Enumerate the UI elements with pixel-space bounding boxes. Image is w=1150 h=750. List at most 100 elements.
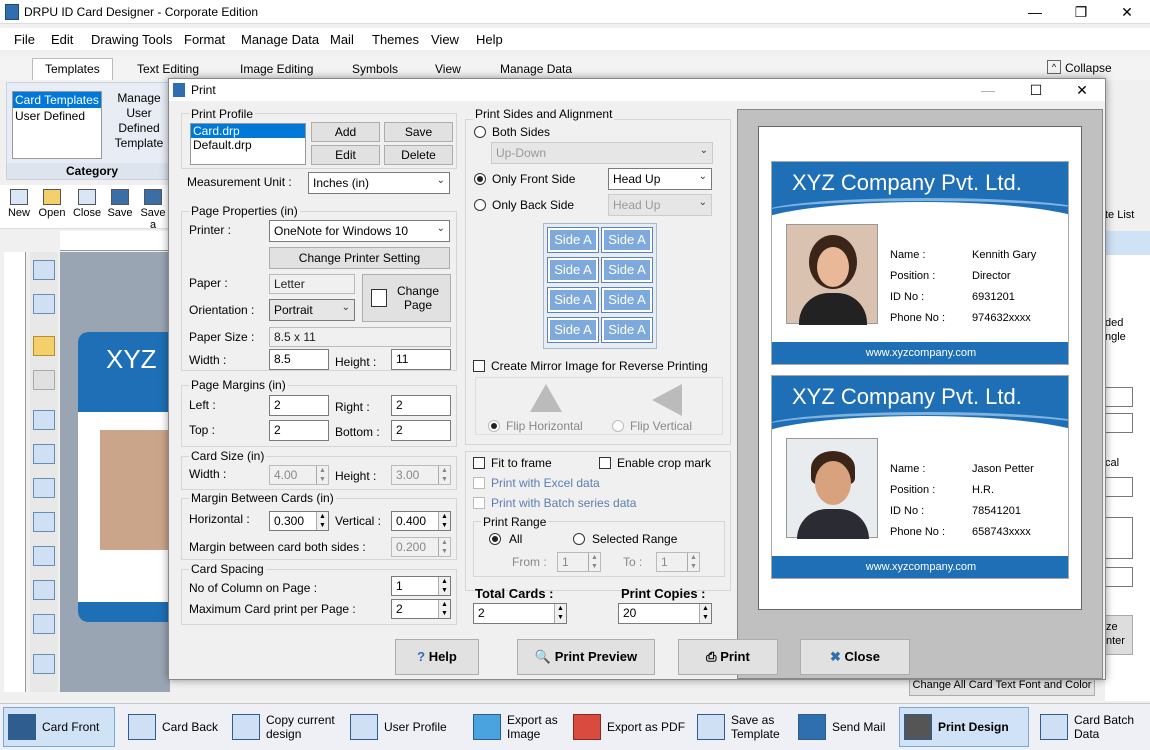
spinner-icon[interactable]: ▲ ▼: [438, 577, 450, 595]
move-icon[interactable]: [33, 614, 55, 634]
tab-view[interactable]: View: [435, 62, 461, 76]
export-image-button[interactable]: Export as Image: [473, 707, 569, 747]
zoom-icon[interactable]: [33, 654, 55, 674]
right-combo[interactable]: [1105, 413, 1133, 433]
menu-help[interactable]: Help: [476, 32, 503, 47]
spinner-icon[interactable]: ▲ ▼: [699, 604, 711, 623]
close-button[interactable]: Close: [70, 185, 104, 219]
fit-to-frame-checkbox[interactable]: [473, 457, 485, 469]
layer-icon[interactable]: [33, 260, 55, 280]
total-cards-field[interactable]: 2 ▲ ▼: [473, 603, 567, 624]
save-template-button[interactable]: Save as Template: [697, 707, 793, 747]
save-as-button[interactable]: Save a: [136, 185, 170, 231]
restore-icon[interactable]: ❐: [1058, 0, 1104, 24]
change-page-button[interactable]: Change Page: [362, 274, 451, 322]
category-item-user-defined[interactable]: User Defined: [13, 108, 101, 124]
both-sides-radio[interactable]: [474, 126, 486, 138]
align-top-icon[interactable]: [33, 478, 55, 498]
menu-view[interactable]: View: [431, 32, 459, 47]
tab-text-editing[interactable]: Text Editing: [137, 62, 199, 76]
send-mail-button[interactable]: Send Mail: [798, 707, 896, 747]
align-center-icon[interactable]: [33, 444, 55, 464]
spinner-icon[interactable]: ▲ ▼: [316, 512, 328, 530]
page-width-field[interactable]: 8.5: [269, 349, 329, 370]
right-input[interactable]: [1105, 387, 1133, 407]
profile-item-default[interactable]: Default.drp: [191, 138, 305, 152]
vertical-margin-field[interactable]: 0.400 ▲ ▼: [391, 511, 451, 531]
edit-profile-button[interactable]: Edit: [311, 145, 380, 165]
card-back-button[interactable]: Card Back: [128, 707, 228, 747]
open-button[interactable]: Open: [35, 185, 69, 219]
copy-design-button[interactable]: Copy current design: [232, 707, 346, 747]
delete-profile-button[interactable]: Delete: [384, 145, 453, 165]
collapse-icon[interactable]: ^: [1047, 60, 1061, 74]
new-button[interactable]: New: [2, 185, 36, 219]
orientation-select[interactable]: Portrait ⌄: [269, 299, 355, 321]
menu-mail[interactable]: Mail: [330, 32, 354, 47]
align-bottom-icon[interactable]: [33, 512, 55, 532]
save-profile-button[interactable]: Save: [384, 122, 453, 142]
measurement-unit-select[interactable]: Inches (in) ⌄: [308, 172, 450, 194]
close-window-icon[interactable]: ✕: [1104, 0, 1150, 24]
card-batch-data-button[interactable]: Card Batch Data: [1040, 707, 1148, 747]
menu-format[interactable]: Format: [184, 32, 225, 47]
columns-field[interactable]: 1 ▲ ▼: [391, 576, 451, 596]
collapse-label[interactable]: Collapse: [1065, 61, 1112, 75]
lock-icon[interactable]: [33, 336, 55, 356]
printer-select[interactable]: OneNote for Windows 10 ⌄: [269, 220, 450, 242]
menu-file[interactable]: File: [14, 32, 35, 47]
group-icon[interactable]: [33, 294, 55, 314]
mirror-image-checkbox[interactable]: [473, 360, 485, 372]
dialog-close-icon[interactable]: ✕: [1059, 78, 1105, 102]
horizontal-margin-field[interactable]: 0.300 ▲ ▼: [269, 511, 329, 531]
right-combo-3[interactable]: [1105, 567, 1133, 587]
align-left-icon[interactable]: [33, 546, 55, 566]
menu-drawing-tools[interactable]: Drawing Tools: [91, 32, 172, 47]
save-button[interactable]: Save: [103, 185, 137, 219]
unlock-icon[interactable]: [33, 370, 55, 390]
left-margin-field[interactable]: 2: [269, 395, 329, 416]
card-front-button[interactable]: Card Front: [3, 707, 115, 747]
change-printer-button[interactable]: Change Printer Setting: [269, 247, 450, 269]
right-margin-field[interactable]: 2: [391, 395, 451, 416]
help-button[interactable]: ? Help: [395, 639, 479, 675]
max-cards-field[interactable]: 2 ▲ ▼: [391, 599, 451, 619]
print-button[interactable]: ⎙ Print: [678, 639, 778, 675]
crop-mark-checkbox[interactable]: [599, 457, 611, 469]
spinner-icon[interactable]: ▲ ▼: [554, 604, 566, 623]
front-side-select[interactable]: Head Up ⌄: [608, 168, 712, 190]
add-profile-button[interactable]: Add: [311, 122, 380, 142]
print-preview-button[interactable]: 🔍 Print Preview: [517, 639, 655, 675]
menu-edit[interactable]: Edit: [51, 32, 73, 47]
tab-symbols[interactable]: Symbols: [352, 62, 398, 76]
category-list[interactable]: Card Templates User Defined: [12, 91, 102, 159]
top-margin-field[interactable]: 2: [269, 420, 329, 441]
align-right-icon[interactable]: [33, 580, 55, 600]
menu-manage-data[interactable]: Manage Data: [241, 32, 319, 47]
tab-templates[interactable]: Templates: [32, 58, 113, 80]
spinner-icon[interactable]: ▲ ▼: [438, 512, 450, 530]
dialog-maximize-icon[interactable]: ☐: [1013, 78, 1059, 102]
back-side-radio[interactable]: [474, 199, 486, 211]
close-dialog-button[interactable]: ✖ Close: [800, 639, 910, 675]
spinner-icon[interactable]: ▲ ▼: [438, 600, 450, 618]
profile-list[interactable]: Card.drp Default.drp: [190, 123, 306, 165]
export-pdf-button[interactable]: Export as PDF: [573, 707, 691, 747]
tab-manage-data[interactable]: Manage Data: [500, 62, 572, 76]
manage-template-button[interactable]: Manage User Defined Template: [107, 91, 171, 151]
tab-image-editing[interactable]: Image Editing: [240, 62, 313, 76]
profile-item-card[interactable]: Card.drp: [191, 124, 305, 138]
right-combo-2[interactable]: [1105, 477, 1133, 497]
print-design-button[interactable]: Print Design: [899, 707, 1029, 747]
bottom-margin-field[interactable]: 2: [391, 420, 451, 441]
menu-themes[interactable]: Themes: [372, 32, 419, 47]
right-list[interactable]: [1105, 517, 1133, 559]
front-side-radio[interactable]: [474, 173, 486, 185]
user-profile-button[interactable]: User Profile: [350, 707, 458, 747]
selected-range-radio[interactable]: [573, 533, 585, 545]
range-all-radio[interactable]: [489, 533, 501, 545]
print-copies-field[interactable]: 20 ▲ ▼: [618, 603, 712, 624]
category-item-card-templates[interactable]: Card Templates: [13, 92, 101, 108]
page-height-field[interactable]: 11: [391, 349, 451, 370]
right-button[interactable]: ze nter: [1105, 615, 1133, 655]
